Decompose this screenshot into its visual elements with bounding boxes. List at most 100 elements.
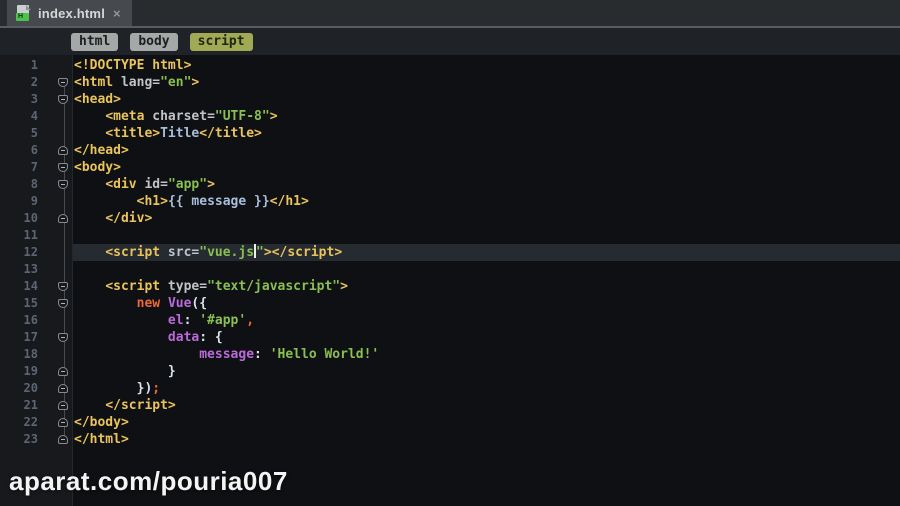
breadcrumb-script[interactable]: script <box>189 32 253 51</box>
code-line[interactable]: 5 <title>Title</title> <box>0 125 900 142</box>
fold-open-icon[interactable] <box>58 333 68 342</box>
line-number: 22 <box>23 415 38 429</box>
code-text: <body> <box>74 160 121 175</box>
fold-column <box>38 312 73 329</box>
code-line[interactable]: 4 <meta charset="UTF-8"> <box>0 108 900 125</box>
fold-column <box>38 278 73 295</box>
fold-open-icon[interactable] <box>58 78 68 87</box>
line-number: 3 <box>30 92 38 106</box>
code-text: </body> <box>74 415 129 430</box>
fold-column <box>38 346 73 363</box>
code-line[interactable]: 21 </script> <box>0 397 900 414</box>
tab-index-html[interactable]: H index.html × <box>7 0 132 26</box>
code-line[interactable]: 11 <box>0 227 900 244</box>
fold-column <box>38 295 73 312</box>
code-text: <script src="vue.js "></script> <box>73 244 900 261</box>
code-text: </head> <box>74 143 129 158</box>
fold-column <box>38 125 73 142</box>
breadcrumb-html[interactable]: html <box>71 32 119 51</box>
watermark-text: aparat.com/pouria007 <box>9 466 288 496</box>
code-line[interactable]: 16 el: '#app', <box>0 312 900 329</box>
code-line[interactable]: 20 }); <box>0 380 900 397</box>
code-line[interactable]: 19 } <box>0 363 900 380</box>
ide-window: H index.html × html body script 1 <!DOCTYPE… <box>0 0 900 506</box>
code-line[interactable]: 7 <body> <box>0 159 900 176</box>
line-number: 8 <box>30 177 38 191</box>
fold-column <box>38 210 73 227</box>
close-icon[interactable]: × <box>112 7 122 20</box>
code-line[interactable]: 3 <head> <box>0 91 900 108</box>
line-number: 7 <box>30 160 38 174</box>
code-text: <div id="app"> <box>105 177 215 192</box>
line-number: 21 <box>23 398 38 412</box>
code-text: </script> <box>105 398 176 413</box>
code-text: <head> <box>74 92 121 107</box>
line-number: 14 <box>23 279 38 293</box>
fold-column <box>38 74 73 91</box>
code-line[interactable]: 14 <script type="text/javascript"> <box>0 278 900 295</box>
fold-close-icon[interactable] <box>58 435 68 444</box>
code-text: <h1>{{ message }}</h1> <box>136 194 309 209</box>
code-line[interactable]: 18 message: 'Hello World!' <box>0 346 900 363</box>
code-editor[interactable]: 1 <!DOCTYPE html> 2 <html lang="en"> 3 <head>… <box>0 55 900 506</box>
code-text: <title>Title</title> <box>105 126 262 141</box>
code-line[interactable]: 15 new Vue({ <box>0 295 900 312</box>
fold-column <box>38 193 73 210</box>
code-text: </html> <box>74 432 129 447</box>
line-number: 2 <box>30 75 38 89</box>
fold-close-icon[interactable] <box>58 418 68 427</box>
line-number: 12 <box>23 245 38 259</box>
fold-open-icon[interactable] <box>58 299 68 308</box>
fold-column <box>38 244 73 261</box>
line-number: 19 <box>23 364 38 378</box>
code-line[interactable]: 22 </body> <box>0 414 900 431</box>
code-line[interactable]: 23 </html> <box>0 431 900 448</box>
fold-column <box>38 108 73 125</box>
fold-open-icon[interactable] <box>58 163 68 172</box>
code-line[interactable]: 1 <!DOCTYPE html> <box>0 57 900 74</box>
fold-column <box>38 363 73 380</box>
fold-column <box>38 91 73 108</box>
line-number: 4 <box>30 109 38 123</box>
code-line[interactable]: 9 <h1>{{ message }}</h1> <box>0 193 900 210</box>
code-text: data: { <box>167 330 223 345</box>
line-number: 15 <box>23 296 38 310</box>
fold-column <box>38 397 73 414</box>
fold-close-icon[interactable] <box>58 384 68 393</box>
fold-column <box>38 227 73 244</box>
fold-close-icon[interactable] <box>58 367 68 376</box>
code-text: } <box>167 364 176 379</box>
code-text: <!DOCTYPE html> <box>74 58 192 73</box>
code-line[interactable]: 2 <html lang="en"> <box>0 74 900 91</box>
fold-column <box>38 431 73 448</box>
code-line[interactable]: 17 data: { <box>0 329 900 346</box>
breadcrumb-body[interactable]: body <box>130 32 178 51</box>
code-line[interactable]: 13 <box>0 261 900 278</box>
fold-column <box>38 380 73 397</box>
code-line[interactable]: 10 </div> <box>0 210 900 227</box>
fold-close-icon[interactable] <box>58 214 68 223</box>
fold-open-icon[interactable] <box>58 95 68 104</box>
line-number: 20 <box>23 381 38 395</box>
fold-open-icon[interactable] <box>58 282 68 291</box>
line-number: 1 <box>30 58 38 72</box>
fold-column <box>38 142 73 159</box>
code-line[interactable]: 8 <div id="app"> <box>0 176 900 193</box>
editor-lines: 1 <!DOCTYPE html> 2 <html lang="en"> 3 <head>… <box>0 57 900 448</box>
code-text: <script type="text/javascript"> <box>105 279 348 294</box>
fold-close-icon[interactable] <box>58 146 68 155</box>
tab-title: index.html <box>38 5 106 21</box>
code-text: message: 'Hello World!' <box>199 347 380 362</box>
code-text: </div> <box>105 211 153 226</box>
fold-close-icon[interactable] <box>58 401 68 410</box>
code-line[interactable]: 12 <script src="vue.js "></script> <box>0 244 900 261</box>
fold-open-icon[interactable] <box>58 180 68 189</box>
fold-column <box>38 261 73 278</box>
code-line[interactable]: 6 </head> <box>0 142 900 159</box>
fold-column <box>38 414 73 431</box>
fold-column <box>38 176 73 193</box>
line-number: 6 <box>30 143 38 157</box>
line-number: 11 <box>23 228 38 242</box>
code-text: }); <box>136 381 161 396</box>
